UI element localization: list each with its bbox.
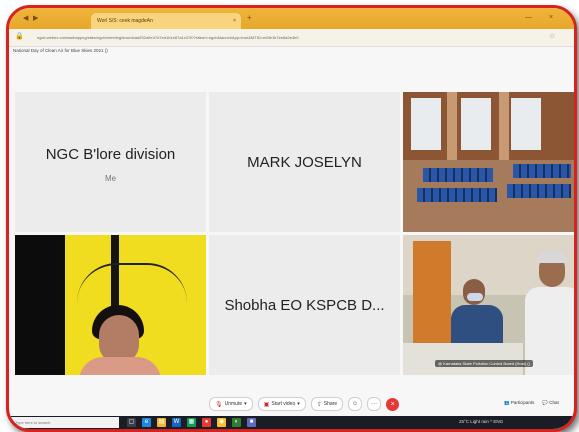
address-bar: 🔒 ngcb.webex.com/webappng/sites/ngcb/mee… — [9, 29, 574, 47]
hall-window — [461, 98, 491, 150]
sheets-icon[interactable]: ▦ — [187, 418, 196, 427]
screenshot-frame: ◀ ▶ Worl S/S: ceek magdeAn × + — × 🔒 ngc… — [6, 5, 577, 432]
face-mask — [467, 293, 483, 301]
hall-window — [411, 98, 441, 150]
app-icon[interactable]: ■ — [247, 418, 256, 427]
participants-button[interactable]: 👥 Participants — [504, 400, 534, 406]
room-door — [413, 241, 451, 349]
participant-video-hall[interactable] — [403, 92, 574, 232]
meeting-title: National Day of Clean Air for Blue Skies… — [13, 48, 108, 53]
participant-name: Shobha EO KSPCB D... — [224, 297, 385, 314]
star-icon[interactable]: ☆ — [549, 32, 555, 40]
video-off-icon: ▣ — [263, 401, 270, 408]
meeting-toolbar: 🎙 Unmute ▾ ▣ Start video ▾ ⇪ Share ☺ ···… — [209, 396, 400, 412]
hall-chairs — [507, 184, 571, 198]
hall-chairs — [417, 188, 497, 202]
participants-label: Participants — [510, 400, 535, 405]
muted-mic-icon: 🎙 — [215, 401, 223, 408]
url-field[interactable]: ngcb.webex.com/webappng/sites/ngcb/meeti… — [37, 33, 417, 42]
more-options-button[interactable]: ··· — [367, 397, 382, 411]
participant-tile-mark[interactable]: MARK JOSELYN — [209, 92, 400, 232]
hall-window — [511, 98, 541, 150]
tab-close-icon[interactable]: × — [233, 13, 236, 29]
close-window-button[interactable]: × — [549, 14, 553, 21]
word-icon[interactable]: W — [172, 418, 181, 427]
app-icon[interactable]: ● — [202, 418, 211, 427]
host-caption: @ Karnataka State Pollution Control Boar… — [435, 360, 533, 367]
chrome-icon[interactable]: ◉ — [217, 418, 226, 427]
person-hair — [537, 251, 567, 263]
edge-icon[interactable]: e — [142, 418, 151, 427]
share-icon: ⇪ — [316, 401, 322, 408]
participant-video-host[interactable]: @ Karnataka State Pollution Control Boar… — [403, 235, 574, 375]
person-shoulders — [79, 357, 161, 375]
chevron-down-icon: ▾ — [244, 401, 247, 407]
start-video-label: Start video — [271, 401, 296, 407]
unmute-button[interactable]: 🎙 Unmute ▾ — [209, 397, 253, 411]
chat-icon: 💬 — [542, 400, 548, 405]
browser-tab[interactable]: Worl S/S: ceek magdeAn × — [91, 13, 241, 29]
webex-icon[interactable]: ◐ — [232, 418, 241, 427]
end-meeting-button[interactable]: × — [386, 397, 400, 411]
video-grid: NGC B'lore division Me MARK JOSELYN Shob… — [15, 92, 574, 375]
forward-arrow-icon[interactable]: ▶ — [33, 14, 38, 22]
taskbar-search-input[interactable]: Type here to search — [9, 417, 119, 428]
room-desk — [403, 343, 523, 375]
participant-sub-label: Me — [104, 174, 117, 183]
new-tab-button[interactable]: + — [247, 13, 252, 22]
participants-icon: 👥 — [504, 400, 510, 405]
hall-chairs — [513, 164, 571, 178]
participant-name: MARK JOSELYN — [247, 154, 362, 171]
participant-tile-shobha[interactable]: Shobha EO KSPCB D... — [209, 235, 400, 375]
chevron-down-icon: ▾ — [297, 401, 300, 407]
back-arrow-icon[interactable]: ◀ — [23, 14, 28, 22]
lock-icon: 🔒 — [15, 33, 24, 40]
tab-title: Worl S/S: ceek magdeAn — [97, 18, 153, 24]
hall-chairs — [423, 168, 493, 182]
taskbar-icons: ▢ e ▤ W ▦ ● ◉ ◐ ■ — [127, 418, 256, 427]
reactions-button[interactable]: ☺ — [348, 397, 363, 411]
file-explorer-icon[interactable]: ▤ — [157, 418, 166, 427]
person-face — [99, 315, 139, 363]
minimize-button[interactable]: — — [525, 14, 532, 21]
participant-name: NGC B'lore division — [45, 146, 176, 163]
task-view-icon[interactable]: ▢ — [127, 418, 136, 427]
participant-tile-self[interactable]: NGC B'lore division Me — [15, 92, 206, 232]
start-video-button[interactable]: ▣ Start video ▾ — [257, 397, 306, 411]
chat-button[interactable]: 💬 Chat — [542, 400, 558, 406]
unmute-label: Unmute — [224, 401, 243, 407]
system-tray: 25°C Light rain ^ ENG — [459, 419, 504, 424]
share-label: Share — [323, 401, 338, 407]
os-taskbar: Type here to search ▢ e ▤ W ▦ ● ◉ ◐ ■ 25… — [9, 416, 574, 429]
participant-video-woman[interactable] — [15, 235, 206, 375]
browser-tab-strip: ◀ ▶ Worl S/S: ceek magdeAn × + — × — [9, 8, 574, 29]
share-button[interactable]: ⇪ Share — [310, 397, 344, 411]
chat-label: Chat — [549, 400, 559, 405]
person-head — [463, 279, 485, 305]
right-toolbar: 👥 Participants 💬 Chat — [504, 400, 559, 406]
